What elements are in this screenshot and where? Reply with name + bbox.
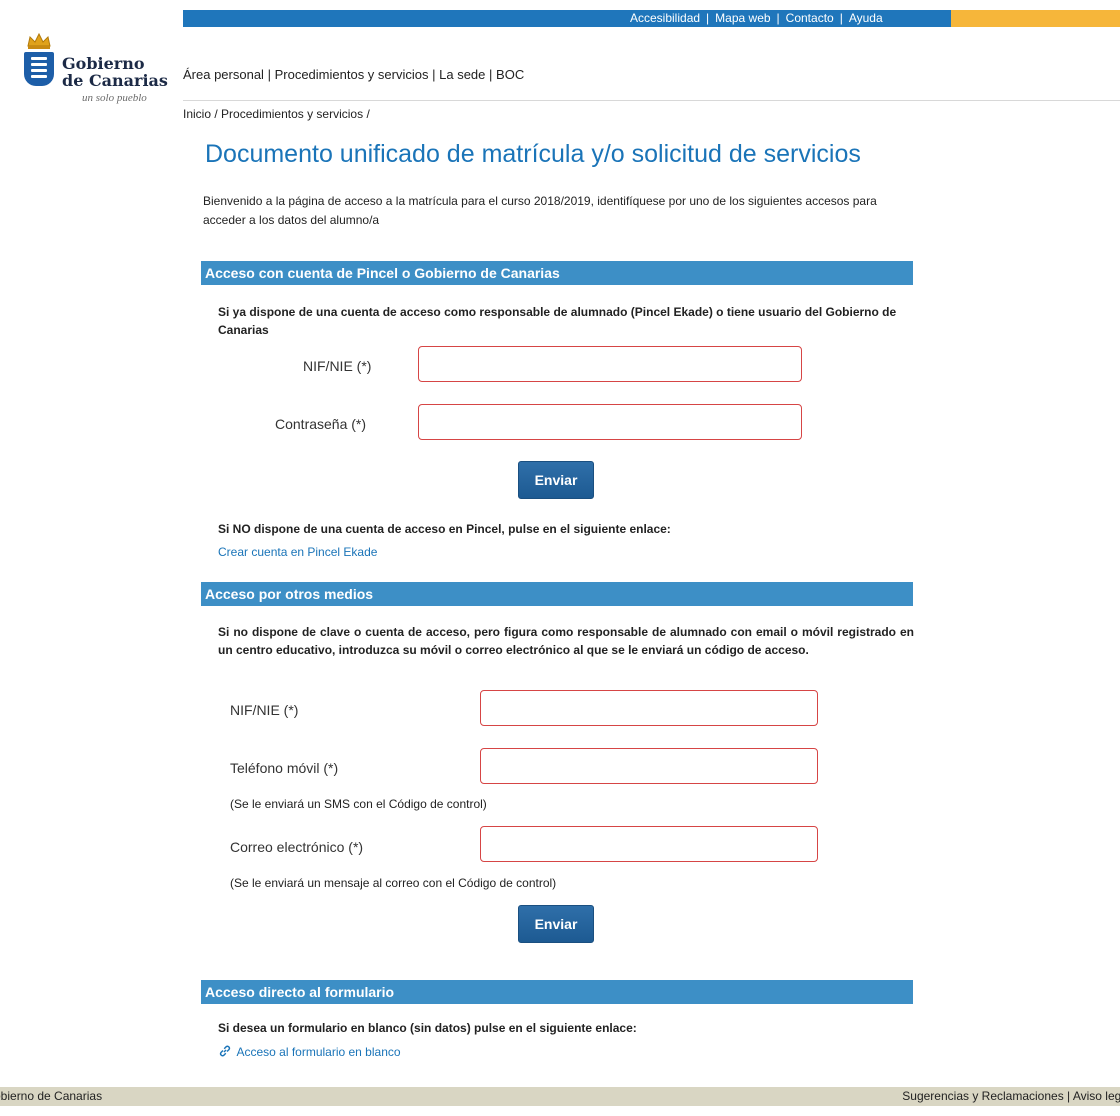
password-label: Contraseña (*): [275, 416, 367, 432]
no-account-text: Si NO dispone de una cuenta de acceso en…: [218, 522, 671, 536]
breadcrumb-inicio[interactable]: Inicio: [183, 107, 211, 121]
nav-divider: [183, 100, 1120, 101]
accesibilidad-link[interactable]: Accesibilidad: [630, 11, 700, 25]
separator: |: [432, 67, 436, 82]
gobierno-canarias-logo[interactable]: Gobierno de Canarias un solo pueblo: [14, 32, 168, 104]
section3-description: Si desea un formulario en blanco (sin da…: [218, 1021, 637, 1035]
separator: |: [776, 11, 780, 25]
section-header-otros-medios: Acceso por otros medios: [201, 582, 913, 606]
email-input[interactable]: [480, 826, 818, 862]
footer-bar: obierno de Canarias Sugerencias y Reclam…: [0, 1087, 1120, 1106]
footer-org-name: obierno de Canarias: [0, 1089, 103, 1103]
section-header-formulario: Acceso directo al formulario: [201, 980, 913, 1004]
main-nav: Área personal | Procedimientos y servici…: [183, 67, 524, 82]
separator: |: [1067, 1089, 1071, 1103]
password-input[interactable]: [418, 404, 802, 440]
mapa-web-link[interactable]: Mapa web: [715, 11, 770, 25]
nif-label-2: NIF/NIE (*): [230, 702, 299, 718]
section1-description: Si ya dispone de una cuenta de acceso co…: [218, 305, 897, 337]
separator: |: [706, 11, 710, 25]
breadcrumb: Inicio / Procedimientos y servicios /: [183, 107, 370, 121]
footer-sugerencias-link[interactable]: Sugerencias y Reclamaciones: [902, 1089, 1063, 1103]
create-account-link[interactable]: Crear cuenta en Pincel Ekade: [218, 545, 377, 559]
contacto-link[interactable]: Contacto: [786, 11, 834, 25]
intro-text: Bienvenido a la página de acceso a la ma…: [203, 194, 877, 227]
nif-input[interactable]: [418, 346, 802, 382]
top-accent-bar: [951, 10, 1120, 27]
phone-label: Teléfono móvil (*): [230, 760, 339, 776]
section2-description: Si no dispone de clave o cuenta de acces…: [218, 625, 914, 657]
nif-label: NIF/NIE (*): [303, 358, 372, 374]
shield-icon: [24, 52, 54, 86]
phone-input[interactable]: [480, 748, 818, 784]
separator: |: [489, 67, 493, 82]
blank-form-link-row[interactable]: Acceso al formulario en blanco: [218, 1043, 401, 1061]
logo-tagline: un solo pueblo: [82, 92, 147, 104]
separator: |: [267, 67, 271, 82]
separator: |: [839, 11, 843, 25]
footer-aviso-legal-link[interactable]: Aviso lega: [1073, 1089, 1120, 1103]
nav-item-la-sede[interactable]: La sede: [439, 67, 485, 82]
enviar-button-otros[interactable]: Enviar: [518, 905, 594, 943]
email-label: Correo electrónico (*): [230, 839, 364, 855]
breadcrumb-procedimientos[interactable]: Procedimientos y servicios: [221, 107, 363, 121]
email-note: (Se le enviará un mensaje al correo con …: [230, 876, 557, 890]
nav-item-area-personal[interactable]: Área personal: [183, 67, 264, 82]
footer-links: Sugerencias y Reclamaciones | Aviso lega: [902, 1087, 1120, 1106]
nif-input-2[interactable]: [480, 690, 818, 726]
logo-line2: de Canarias: [62, 71, 168, 90]
blank-form-link[interactable]: Acceso al formulario en blanco: [236, 1045, 400, 1059]
page-title: Documento unificado de matrícula y/o sol…: [205, 140, 861, 168]
nav-item-boc[interactable]: BOC: [496, 67, 524, 82]
phone-note: (Se le enviará un SMS con el Código de c…: [230, 797, 487, 811]
ayuda-link[interactable]: Ayuda: [849, 11, 883, 25]
link-icon: [219, 1045, 231, 1057]
top-utility-links: Accesibilidad | Mapa web | Contacto | Ayuda: [630, 10, 883, 27]
separator: /: [366, 107, 370, 121]
nav-item-procedimientos[interactable]: Procedimientos y servicios: [275, 67, 429, 82]
separator: /: [214, 107, 218, 121]
section-header-pincel: Acceso con cuenta de Pincel o Gobierno d…: [201, 261, 913, 285]
crown-icon: [27, 32, 51, 49]
enviar-button-pincel[interactable]: Enviar: [518, 461, 594, 499]
